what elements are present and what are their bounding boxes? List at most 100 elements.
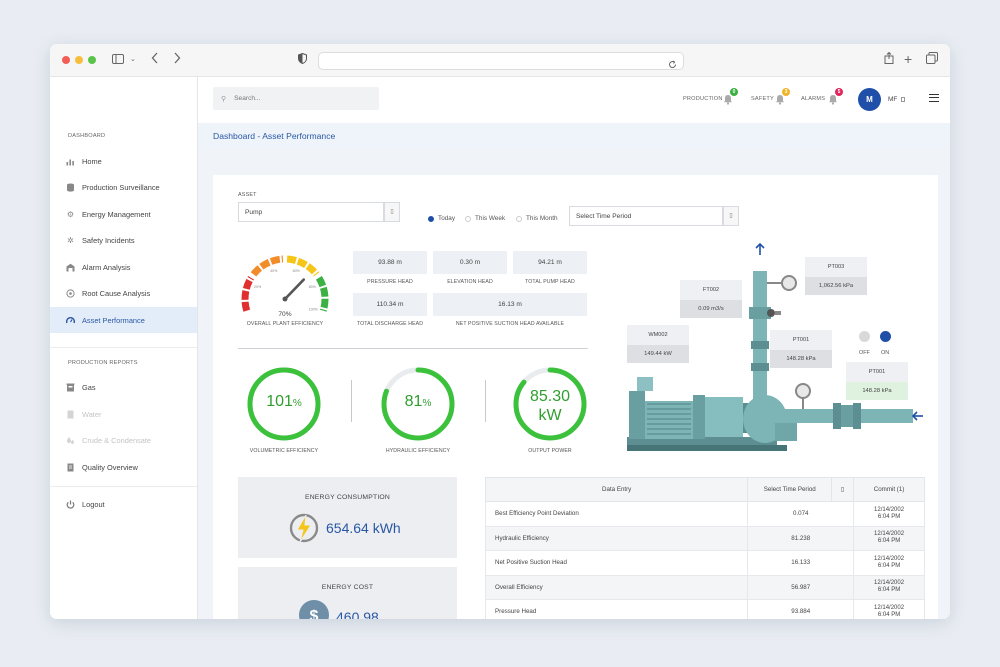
radio-today[interactable]: Today bbox=[428, 215, 455, 222]
metric-npsha: 16.13 m bbox=[433, 293, 587, 316]
gauge-tick-label: 40% bbox=[270, 269, 278, 273]
lightning-icon bbox=[289, 513, 319, 543]
minimize-window-button[interactable] bbox=[75, 56, 83, 64]
cell-name: Best Efficiency Point Deviation bbox=[484, 501, 749, 527]
column-header[interactable]: Select Time Period bbox=[747, 477, 833, 502]
sidebar-item-home[interactable]: Home bbox=[50, 148, 197, 174]
column-header[interactable]: Data Entry bbox=[484, 477, 749, 502]
sidebar-item-water[interactable]: Water bbox=[50, 401, 197, 427]
panel-title: ENERGY CONSUMPTION bbox=[304, 494, 391, 501]
user-initials[interactable]: MF bbox=[888, 96, 897, 103]
cell-name: Overall Efficiency bbox=[484, 574, 749, 600]
table-row[interactable]: Net Positive Suction Head 16.133 12/14/2… bbox=[484, 550, 925, 576]
sensor-value: 0.09 m3/s bbox=[680, 300, 742, 318]
reload-icon[interactable] bbox=[668, 56, 677, 74]
gauge-value: 70% bbox=[278, 311, 292, 318]
sensor-pt001-upper[interactable]: PT001 148.28 kPa bbox=[770, 330, 832, 368]
sensor-wm002[interactable]: WM002 149.44 kW bbox=[627, 325, 689, 363]
table-row[interactable]: Overall Efficiency 56.987 12/14/2002 6:04… bbox=[484, 574, 925, 600]
hamburger-menu-icon[interactable] bbox=[929, 94, 939, 102]
address-bar[interactable] bbox=[318, 52, 684, 70]
radio-label: Today bbox=[438, 215, 456, 222]
cell-value[interactable]: 0.074 bbox=[747, 501, 855, 527]
calendar-icon[interactable]: ▯ bbox=[723, 206, 739, 226]
cell-value[interactable]: 56.987 bbox=[747, 574, 855, 600]
calendar-icon[interactable]: ▯ bbox=[384, 202, 400, 222]
sidebar-item-alarm-analysis[interactable]: Alarm Analysis bbox=[50, 254, 197, 280]
table-row[interactable]: Hydraulic Efficiency 81.238 12/14/2002 6:… bbox=[484, 525, 925, 551]
gauge-needle bbox=[283, 278, 306, 301]
forward-arrow-icon[interactable] bbox=[173, 52, 181, 68]
sidebar-item-production-surveillance[interactable]: Production Surveillance bbox=[50, 174, 197, 200]
pump-on-toggle[interactable] bbox=[880, 331, 891, 342]
table-row[interactable]: Best Efficiency Point Deviation 0.074 12… bbox=[484, 501, 925, 527]
cell-commit: 12/14/2002 6:04 PM bbox=[853, 599, 925, 619]
sidebar-toggle-icon[interactable] bbox=[112, 52, 124, 68]
safety-label[interactable]: SAFETY bbox=[751, 96, 774, 102]
report-icon bbox=[66, 463, 75, 472]
shield-icon[interactable] bbox=[298, 52, 307, 68]
table-row[interactable]: Pressure Head 93.884 12/14/2002 6:04 PM bbox=[484, 599, 925, 619]
dollar-icon: $ bbox=[299, 600, 329, 619]
gauge-tick-label: 60% bbox=[293, 269, 301, 273]
radio-this-week[interactable]: This Week bbox=[465, 215, 505, 222]
gauge-segment bbox=[250, 255, 284, 277]
maximize-window-button[interactable] bbox=[88, 56, 96, 64]
chevron-down-icon[interactable]: ⌄ bbox=[130, 52, 136, 68]
sidebar-divider bbox=[50, 486, 197, 487]
calendar-icon[interactable]: ▯ bbox=[831, 477, 855, 502]
pump-off-toggle[interactable] bbox=[859, 331, 870, 342]
sensor-pt001-lower[interactable]: PT001 148.28 kPa bbox=[846, 362, 908, 400]
energy-cost-value: 460.98 bbox=[336, 609, 379, 619]
new-tab-icon[interactable]: + bbox=[904, 52, 912, 66]
sidebar: DASHBOARD Home Production Surveillance ⚙… bbox=[50, 77, 198, 619]
sidebar-item-label: Quality Overview bbox=[82, 462, 138, 472]
sensor-title: FT002 bbox=[680, 280, 742, 300]
cell-value[interactable]: 93.884 bbox=[747, 599, 855, 619]
metric-label: ELEVATION HEAD bbox=[447, 279, 493, 285]
radio-label: This Month bbox=[526, 215, 558, 222]
cell-commit: 12/14/2002 6:04 PM bbox=[853, 574, 925, 600]
metric-total-discharge-head: 110.34 m bbox=[353, 293, 427, 316]
divider bbox=[351, 380, 352, 422]
gas-pump-icon bbox=[66, 383, 75, 392]
search-input[interactable]: ⚲ Search... bbox=[213, 87, 379, 110]
time-period-select[interactable]: Select Time Period bbox=[569, 206, 723, 226]
column-header[interactable]: Commit (1) bbox=[853, 477, 925, 502]
avatar[interactable]: M bbox=[858, 88, 881, 111]
radio-this-month[interactable]: This Month bbox=[516, 215, 558, 222]
sensor-title: PT003 bbox=[805, 257, 867, 277]
cog-icon: ✲ bbox=[67, 235, 74, 245]
tabs-overview-icon[interactable] bbox=[926, 52, 938, 68]
logout-button[interactable]: Logout bbox=[50, 491, 197, 517]
droplets-icon bbox=[66, 436, 75, 445]
gauge-segment bbox=[241, 275, 255, 312]
alarms-label[interactable]: ALARMS bbox=[801, 96, 825, 102]
share-icon[interactable] bbox=[884, 51, 894, 68]
radio-dot-icon bbox=[516, 215, 522, 222]
sensor-pt003[interactable]: PT003 1,062.56 kPa bbox=[805, 257, 867, 295]
close-window-button[interactable] bbox=[62, 56, 70, 64]
cell-value[interactable]: 81.238 bbox=[747, 525, 855, 551]
asset-select[interactable]: Pump bbox=[238, 202, 384, 222]
sidebar-item-quality-overview[interactable]: Quality Overview bbox=[50, 454, 197, 480]
browser-window: ⌄ + DASHBOARD Home Production Surveillan… bbox=[50, 44, 950, 619]
cell-name: Hydraulic Efficiency bbox=[484, 525, 749, 551]
cell-value[interactable]: 16.133 bbox=[747, 550, 855, 576]
sidebar-item-label: Crude & Condensate bbox=[82, 435, 152, 445]
sidebar-item-root-cause-analysis[interactable]: Root Cause Analysis bbox=[50, 280, 197, 306]
metric-label: TOTAL PUMP HEAD bbox=[525, 279, 575, 285]
speedometer-icon bbox=[66, 316, 75, 325]
user-menu-icon[interactable] bbox=[901, 97, 905, 102]
warehouse-icon bbox=[66, 263, 75, 272]
sidebar-item-asset-performance[interactable]: Asset Performance bbox=[50, 307, 197, 333]
sensor-ft002[interactable]: FT002 0.09 m3/s bbox=[680, 280, 742, 318]
production-label[interactable]: PRODUCTION bbox=[683, 96, 723, 102]
back-arrow-icon[interactable] bbox=[151, 52, 159, 68]
sidebar-item-energy-management[interactable]: ⚙ Energy Management bbox=[50, 201, 197, 227]
sidebar-item-safety-incidents[interactable]: ✲ Safety Incidents bbox=[50, 227, 197, 253]
sidebar-section-reports: PRODUCTION REPORTS bbox=[68, 360, 138, 366]
sidebar-item-crude-condensate[interactable]: Crude & Condensate bbox=[50, 427, 197, 453]
sidebar-item-gas[interactable]: Gas bbox=[50, 374, 197, 400]
panel-title: ENERGY COST bbox=[321, 584, 374, 591]
